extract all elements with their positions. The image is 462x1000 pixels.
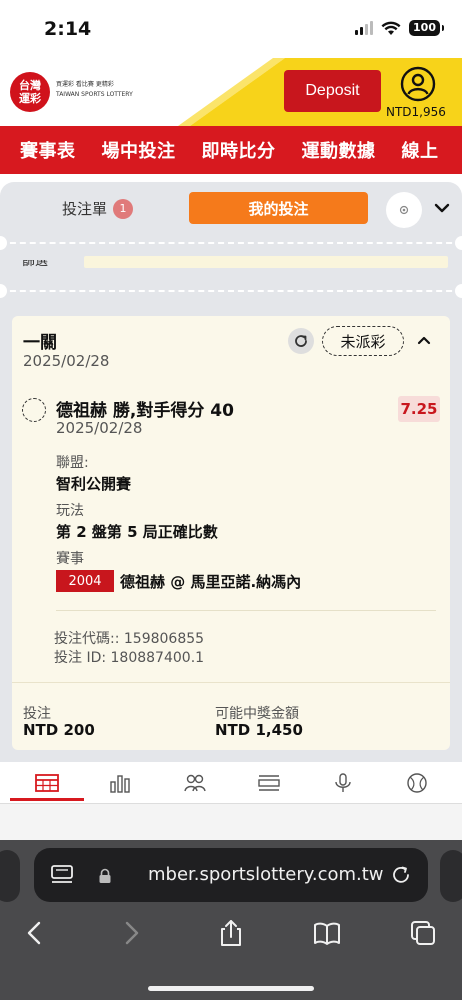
tab-betslip[interactable]: 投注單 1 <box>62 198 134 219</box>
account-balance: NTD1,956 <box>386 105 446 119</box>
odds-badge: 7.25 <box>398 396 440 422</box>
status-icons: 100 <box>355 20 444 36</box>
bookmarks-icon[interactable] <box>312 918 342 948</box>
cellular-signal-icon <box>355 21 374 35</box>
users-icon[interactable] <box>182 772 208 794</box>
event-name: 德祖赫 @ 馬里亞諾.納馮內 <box>120 573 302 591</box>
main-nav: 賽事表 場中投注 即時比分 運動數據 線上 <box>0 126 462 174</box>
bet-status-badge: 未派彩 <box>322 326 404 356</box>
bottom-tab-bar <box>0 762 462 804</box>
bet-id: 投注 ID: 180887400.1 <box>54 650 205 666</box>
battery-icon: 100 <box>409 20 444 36</box>
browser-chrome: mber.sportslottery.com.tw <box>0 840 462 1000</box>
card-divider <box>56 610 436 611</box>
tabs-icon[interactable] <box>408 918 438 948</box>
event-label: 賽事 <box>56 551 84 567</box>
market-label: 玩法 <box>56 503 84 519</box>
next-tab-edge[interactable] <box>440 850 462 902</box>
back-icon[interactable] <box>20 918 50 948</box>
lock-icon <box>99 868 111 883</box>
tab-betslip-label: 投注單 <box>62 200 108 218</box>
betslip-panel: 投注單 1 我的投注 篩選 一關 2025/02/28 未派彩 德祖赫 勝,對手… <box>0 182 462 774</box>
page-bottom-area <box>0 804 462 840</box>
nav-item-live-betting[interactable]: 場中投注 <box>82 137 176 163</box>
potential-win-value: NTD 1,450 <box>215 721 303 739</box>
bet-type: 一關 <box>23 333 57 353</box>
microphone-icon[interactable] <box>330 772 356 794</box>
chevron-down-icon[interactable] <box>432 198 452 218</box>
url-text: mber.sportslottery.com.tw <box>148 864 384 885</box>
site-logo[interactable]: 台灣 運彩 <box>10 72 50 112</box>
event-code-badge: 2004 <box>56 570 114 592</box>
stats-bars-icon[interactable] <box>107 772 133 794</box>
deposit-button[interactable]: Deposit <box>284 70 381 112</box>
selection-status-icon <box>22 398 46 422</box>
betslip-count-badge: 1 <box>113 198 134 219</box>
active-tab-indicator <box>10 798 84 801</box>
betslip-tabs: 投注單 1 我的投注 <box>0 182 462 234</box>
list-icon[interactable] <box>256 772 282 794</box>
league-value: 智利公開賽 <box>56 475 132 493</box>
selection-date: 2025/02/28 <box>56 419 143 437</box>
status-time: 2:14 <box>44 18 92 40</box>
account-icon[interactable] <box>400 66 436 102</box>
bet-date: 2025/02/28 <box>23 352 110 370</box>
filter-label: 篩選 <box>22 254 49 269</box>
wifi-icon <box>381 21 401 35</box>
filter-field[interactable] <box>84 256 448 268</box>
chevron-up-icon[interactable] <box>414 330 434 350</box>
ticket-notch <box>455 284 462 298</box>
reload-icon[interactable] <box>388 862 414 888</box>
nav-item-schedule[interactable]: 賽事表 <box>0 137 76 163</box>
content-area: 投注單 1 我的投注 篩選 一關 2025/02/28 未派彩 德祖赫 勝,對手… <box>0 174 462 774</box>
status-bar: 2:14 100 <box>0 0 462 58</box>
settings-button[interactable] <box>386 192 422 228</box>
home-indicator <box>148 986 314 991</box>
address-bar[interactable]: mber.sportslottery.com.tw <box>34 848 428 902</box>
league-label: 聯盟: <box>56 455 89 471</box>
refresh-icon[interactable] <box>288 328 314 354</box>
prev-tab-edge[interactable] <box>0 850 20 902</box>
nav-item-sports-data[interactable]: 運動數據 <box>282 137 376 163</box>
tab-my-bets[interactable]: 我的投注 <box>189 192 368 224</box>
site-header: 台灣 運彩 買運彩 看比賽 更精彩 TAIWAN SPORTS LOTTERY … <box>0 58 462 126</box>
page-menu-icon[interactable] <box>50 864 74 886</box>
bet-card-footer: 投注 NTD 200 可能中獎金額 NTD 1,450 <box>12 682 450 750</box>
share-icon[interactable] <box>216 918 246 948</box>
market-value: 第 2 盤第 5 局正確比數 <box>56 523 218 541</box>
ball-icon[interactable] <box>404 772 430 794</box>
logo-subtext: 買運彩 看比賽 更精彩 TAIWAN SPORTS LOTTERY <box>56 81 133 98</box>
nav-item-online[interactable]: 線上 <box>382 137 439 163</box>
gear-icon <box>399 205 409 215</box>
stake-label: 投注 <box>23 706 51 722</box>
bet-card: 一關 2025/02/28 未派彩 德祖赫 勝,對手得分 40 2025/02/… <box>12 316 450 750</box>
potential-win-label: 可能中獎金額 <box>215 706 299 722</box>
nav-item-live-scores[interactable]: 即時比分 <box>182 137 276 163</box>
stake-value: NTD 200 <box>23 721 95 739</box>
bet-code: 投注代碼:: 159806855 <box>54 631 205 647</box>
calendar-icon[interactable] <box>34 772 60 794</box>
selection-title: 德祖赫 勝,對手得分 40 <box>56 401 234 421</box>
filter-strip: 篩選 <box>0 240 462 294</box>
forward-icon[interactable] <box>116 918 146 948</box>
divider-dashed-bottom <box>0 290 462 292</box>
